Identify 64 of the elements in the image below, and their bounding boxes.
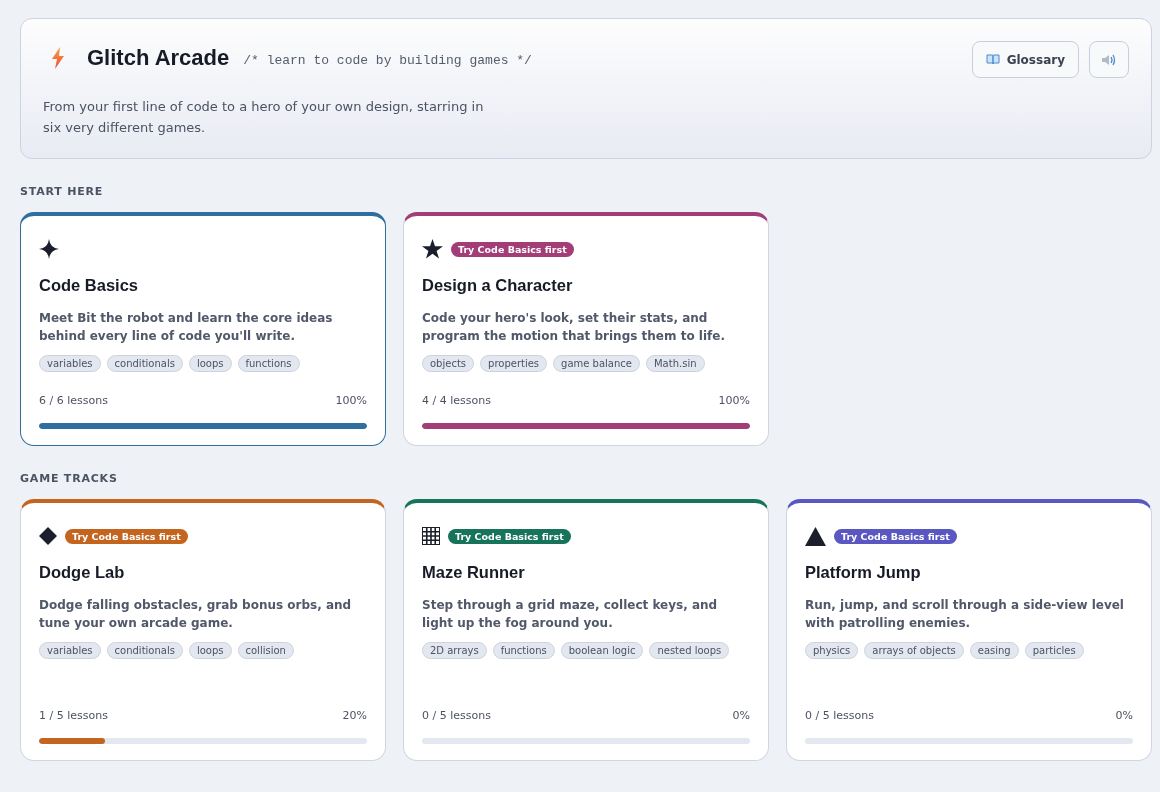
lesson-count: 1 / 5 lessons — [39, 709, 108, 722]
topic-tag: functions — [492, 642, 555, 659]
card-title: Design a Character — [422, 276, 574, 295]
tagline: /* learn to code by building games */ — [243, 52, 532, 68]
topic-tag: functions — [237, 355, 300, 372]
lesson-count: 6 / 6 lessons — [39, 394, 108, 407]
diamond-icon — [39, 527, 57, 545]
card-description: Run, jump, and scroll through a side-view level with patrolling enemies. — [805, 597, 1125, 632]
card-title: Dodge Lab — [39, 563, 126, 582]
topic-tag: 2D arrays — [422, 642, 487, 659]
topic-tag: easing — [969, 642, 1019, 659]
topic-tag: Math.sin — [646, 355, 705, 372]
book-icon — [985, 54, 1000, 65]
progress-percent: 0% — [732, 709, 750, 722]
triangle-icon — [805, 526, 826, 546]
lightning-icon — [51, 47, 65, 69]
lesson-count: 0 / 5 lessons — [422, 709, 491, 722]
course-card[interactable]: Try Code Basics first Maze Runner Step through a grid maze, collect keys, and light up the fog around you. 2D arrays functions boolean logic nested loops 0 / 5 lessons 0% — [403, 499, 769, 761]
card-title: Maze Runner — [422, 563, 526, 582]
section-heading: GAME TRACKS — [20, 472, 119, 485]
speaker-icon — [1101, 52, 1117, 67]
topic-tag: loops — [188, 355, 232, 372]
card-description: Meet Bit the robot and learn the core ideas behind every line of code you'll write. — [39, 310, 334, 345]
card-description: Step through a grid maze, collect keys, and light up the fog around you. — [422, 597, 719, 632]
lesson-count: 4 / 4 lessons — [422, 394, 491, 407]
topic-tag: loops — [188, 642, 232, 659]
progress-percent: 0% — [1115, 709, 1133, 722]
topic-tag: collision — [237, 642, 294, 659]
topic-tag: variables — [39, 355, 101, 372]
course-card[interactable]: Try Code Basics first Design a Character Code your hero's look, set their stats, and program the motion that brings them to life. objects properties game balance Math.sin 4 / 4 lessons 100% — [403, 212, 769, 446]
card-description: Dodge falling obstacles, grab bonus orbs, and tune your own arcade game. — [39, 597, 353, 632]
prerequisite-badge: Try Code Basics first — [448, 528, 571, 544]
grid-icon — [422, 527, 440, 545]
app-title: Glitch Arcade — [87, 45, 230, 71]
progress-percent: 100% — [335, 394, 367, 407]
progress-percent: 20% — [342, 709, 367, 722]
star-icon — [422, 239, 443, 259]
course-card[interactable]: Code Basics Meet Bit the robot and learn the core ideas behind every line of code you'll write. variables conditionals loops functions 6 / 6 lessons 100% — [20, 212, 386, 446]
card-title: Code Basics — [39, 276, 140, 295]
prerequisite-badge: Try Code Basics first — [65, 528, 188, 544]
topic-tag: game balance — [553, 355, 640, 372]
glossary-button[interactable]: Glossary — [971, 41, 1079, 78]
topic-tag: conditionals — [106, 642, 183, 659]
sound-button[interactable] — [1089, 41, 1129, 78]
card-description: Code your hero's look, set their stats, and program the motion that brings them to life. — [422, 310, 726, 345]
course-card[interactable]: Try Code Basics first Platform Jump Run, jump, and scroll through a side-view level with patrolling enemies. physics arrays of objects easing particles 0 / 5 lessons 0% — [786, 499, 1152, 761]
topic-tag: variables — [39, 642, 101, 659]
section-heading: START HERE — [20, 185, 105, 198]
topic-tag: particles — [1024, 642, 1084, 659]
lesson-count: 0 / 5 lessons — [805, 709, 874, 722]
topic-tag: properties — [480, 355, 548, 372]
topic-tag: boolean logic — [560, 642, 644, 659]
sparkle-icon — [39, 239, 59, 259]
progress-percent: 100% — [718, 394, 750, 407]
topic-tag: arrays of objects — [864, 642, 964, 659]
topic-tag: nested loops — [649, 642, 730, 659]
topic-tag: physics — [805, 642, 859, 659]
prerequisite-badge: Try Code Basics first — [834, 528, 957, 544]
course-card[interactable]: Try Code Basics first Dodge Lab Dodge falling obstacles, grab bonus orbs, and tune your own arcade game. variables conditionals loops collision 1 / 5 lessons 20% — [20, 499, 386, 761]
intro-text: From your first line of code to a hero of your own design, starring in six very different games. — [43, 98, 485, 137]
topic-tag: conditionals — [106, 355, 183, 372]
card-title: Platform Jump — [805, 563, 922, 582]
prerequisite-badge: Try Code Basics first — [451, 241, 574, 257]
topic-tag: objects — [422, 355, 475, 372]
